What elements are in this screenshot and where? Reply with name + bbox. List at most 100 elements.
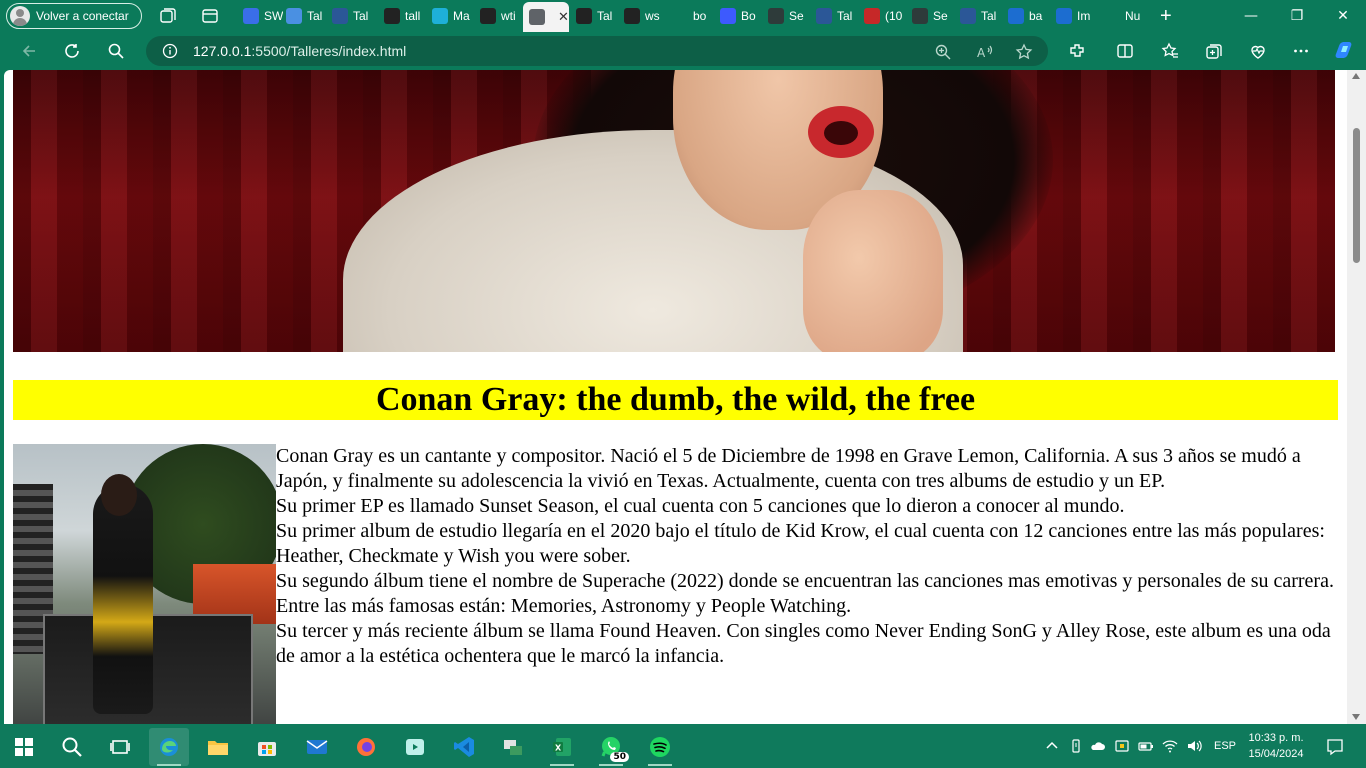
browser-tab[interactable]: Tal [816, 4, 862, 28]
favorites-icon[interactable] [1161, 42, 1179, 60]
network-app-icon [504, 740, 522, 755]
collections-icon[interactable] [1205, 42, 1223, 60]
workspaces-icon[interactable] [158, 6, 178, 26]
taskbar-mail[interactable] [297, 728, 337, 766]
security-icon[interactable] [1114, 738, 1130, 754]
video-editor-icon [406, 739, 424, 755]
taskbar-search-button[interactable] [52, 728, 92, 766]
usb-icon[interactable] [1068, 738, 1084, 754]
zoom-icon[interactable] [934, 43, 952, 61]
taskbar-vscode[interactable] [444, 728, 484, 766]
address-bar[interactable]: 127.0.0.1:5500/Talleres/index.html A [146, 36, 1048, 66]
start-button[interactable] [4, 728, 44, 766]
tab-actions-icon[interactable] [200, 6, 220, 26]
split-screen-icon[interactable] [1116, 42, 1134, 60]
browser-tab[interactable]: (10 [864, 4, 910, 28]
tab-label: Tal [837, 9, 853, 23]
url-host: 127.0.0.1 [193, 43, 252, 59]
minimize-button[interactable]: — [1228, 0, 1274, 32]
taskbar-store[interactable] [247, 728, 287, 766]
url-text[interactable]: 127.0.0.1:5500/Talleres/index.html [193, 43, 406, 59]
tab-label: Tal [597, 9, 613, 23]
taskbar-edge[interactable] [149, 728, 189, 766]
browser-tab[interactable]: Nu [1104, 4, 1150, 28]
tab-favicon-icon [529, 9, 545, 25]
svg-text:A: A [977, 46, 986, 60]
bio-paragraph: Conan Gray es un cantante y compositor. … [276, 445, 1301, 492]
restore-button[interactable]: ❐ [1274, 0, 1320, 32]
extensions-icon[interactable] [1068, 42, 1086, 60]
taskbar-clipchamp[interactable] [395, 728, 435, 766]
refresh-button[interactable] [61, 40, 83, 62]
favorite-star-icon[interactable] [1015, 43, 1033, 61]
browser-tab[interactable]: Tal [960, 4, 1006, 28]
scroll-down-arrow[interactable] [1352, 714, 1360, 720]
system-clock[interactable]: 10:33 p. m. 15/04/2024 [1246, 730, 1306, 762]
read-aloud-icon[interactable]: A [976, 43, 994, 61]
close-window-button[interactable]: ✕ [1320, 0, 1366, 32]
battery-icon[interactable] [1138, 738, 1154, 754]
task-view-button[interactable] [100, 728, 140, 766]
tab-label: Tal [981, 9, 997, 23]
taskbar-app[interactable] [493, 728, 533, 766]
browser-tab[interactable]: Tal [332, 4, 378, 28]
copilot-icon[interactable] [1333, 40, 1355, 62]
tab-favicon-icon [243, 8, 259, 24]
tab-favicon-icon [384, 8, 400, 24]
url-path: :5500/Talleres/index.html [251, 43, 407, 59]
search-icon[interactable] [105, 40, 127, 62]
browser-tab[interactable]: Tal [576, 4, 622, 28]
back-button[interactable] [18, 40, 40, 62]
taskbar-file-explorer[interactable] [198, 728, 238, 766]
onedrive-icon[interactable] [1090, 738, 1106, 754]
tab-label: bo [693, 9, 707, 23]
taskbar-spotify[interactable] [640, 728, 680, 766]
browser-tab[interactable]: Im [1056, 4, 1102, 28]
taskbar-excel[interactable]: X [542, 728, 582, 766]
search-icon [62, 737, 82, 757]
browser-tab[interactable]: ws [624, 4, 670, 28]
avatar [10, 6, 30, 26]
browser-tab[interactable]: ba [1008, 4, 1054, 28]
new-tab-button[interactable]: + [1160, 4, 1184, 28]
scrollbar-thumb[interactable] [1353, 128, 1360, 263]
tab-label: Bo [741, 9, 756, 23]
scroll-up-arrow[interactable] [1352, 73, 1360, 79]
page-viewport: Conan Gray: the dumb, the wild, the free… [4, 70, 1347, 724]
browser-tab[interactable]: Se [912, 4, 958, 28]
tab-favicon-icon [480, 8, 496, 24]
chevron-up-icon[interactable] [1044, 738, 1060, 754]
tab-favicon-icon [332, 8, 348, 24]
profile-button[interactable]: Volver a conectar [6, 3, 142, 29]
notification-badge: 50 [610, 752, 629, 762]
browser-tab[interactable]: Se [768, 4, 814, 28]
more-options-icon[interactable] [1292, 42, 1310, 60]
browser-tab[interactable]: Ma [432, 4, 478, 28]
tab-label: ba [1029, 9, 1043, 23]
wifi-icon[interactable] [1162, 738, 1178, 754]
taskbar-firefox[interactable] [346, 728, 386, 766]
volume-icon[interactable] [1186, 738, 1202, 754]
vertical-scrollbar[interactable] [1347, 70, 1366, 724]
browser-tab[interactable]: Tal [286, 4, 330, 28]
tab-label: SW [264, 9, 283, 23]
input-language[interactable]: ESP [1214, 740, 1236, 752]
browser-tab[interactable]: wti [480, 4, 526, 28]
tab-favicon-icon [624, 8, 640, 24]
firefox-icon [357, 738, 375, 756]
tab-label: Nu [1125, 9, 1141, 23]
browser-tab[interactable]: SW [243, 4, 283, 28]
tab-label: Se [789, 9, 804, 23]
taskbar-whatsapp[interactable]: 50 [591, 728, 631, 766]
tab-label: Tal [353, 9, 369, 23]
vscode-icon [454, 737, 474, 757]
tab-close-icon[interactable]: ✕ [558, 9, 569, 25]
browser-essentials-icon[interactable] [1249, 42, 1267, 60]
tab-favicon-icon [864, 8, 880, 24]
info-icon[interactable] [162, 43, 178, 59]
browser-tab[interactable]: ✕ [523, 2, 569, 32]
browser-tab[interactable]: Bo [720, 4, 766, 28]
browser-tab[interactable]: tall [384, 4, 432, 28]
browser-tab[interactable]: bo [672, 4, 718, 28]
notifications-icon[interactable] [1326, 738, 1344, 756]
